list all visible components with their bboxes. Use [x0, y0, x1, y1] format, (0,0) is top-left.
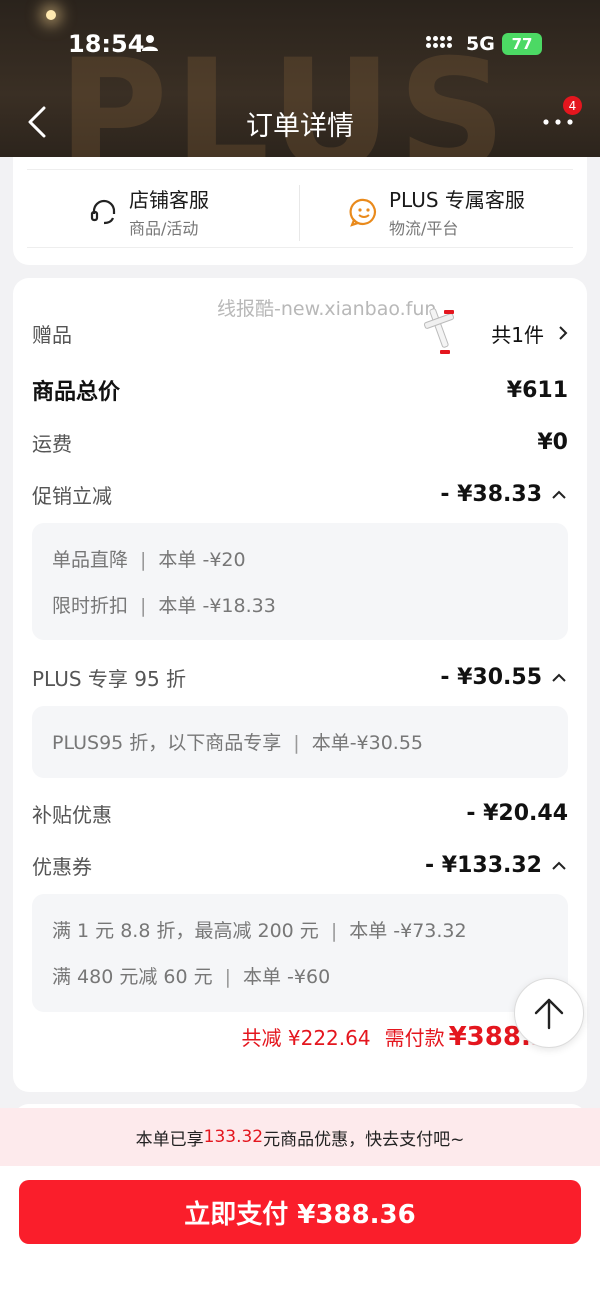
- pay-now-button[interactable]: 立即支付 ¥388.36: [19, 1180, 581, 1244]
- coupon-detail-name: 满 1 元 8.8 折，最高减 200 元: [52, 920, 319, 942]
- savings-prefix: 本单已享: [135, 1129, 204, 1150]
- promo-detail-amount: 本单 -¥18.33: [158, 595, 276, 617]
- amount-due-label: 需付款: [384, 1026, 445, 1050]
- plus-detail-box: PLUS95 折，以下商品专享 | 本单-¥30.55: [32, 706, 568, 778]
- divider: [27, 169, 573, 170]
- signal-icon: [426, 36, 452, 48]
- chevron-up-icon[interactable]: [550, 671, 568, 683]
- savings-suffix: 元商品优惠，快去支付吧~: [263, 1129, 465, 1150]
- store-service-subtitle: 商品/活动: [129, 219, 199, 238]
- gift-row[interactable]: 赠品 共1件: [32, 316, 568, 350]
- promo-detail-box: 单品直降 | 本单 -¥20 限时折扣 | 本单 -¥18.33: [32, 523, 568, 640]
- store-service-button[interactable]: 店铺客服 商品/活动: [89, 185, 209, 243]
- promo-detail-line: 限时折扣 | 本单 -¥18.33: [52, 595, 276, 617]
- gift-label: 赠品: [32, 322, 72, 347]
- subsidy-row: 补贴优惠 - ¥20.44: [32, 796, 568, 830]
- coupon-detail-amount: 本单 -¥73.32: [349, 920, 467, 942]
- plus-discount-value: - ¥30.55: [440, 664, 542, 690]
- coupon-detail-line: 满 1 元 8.8 折，最高减 200 元 | 本单 -¥73.32: [52, 920, 467, 942]
- promo-detail-name: 限时折扣: [52, 595, 129, 617]
- plus-service-subtitle: 物流/平台: [389, 219, 459, 238]
- savings-amount: 133.32: [203, 1127, 264, 1147]
- chevron-right-icon: [559, 326, 568, 340]
- sparkle-decoration: [46, 10, 56, 20]
- total-saved: 共减 ¥222.64: [241, 1026, 371, 1050]
- network-type: 5G: [466, 33, 495, 55]
- plus-detail-amount: 本单-¥30.55: [311, 732, 424, 754]
- arrow-up-icon: [534, 998, 564, 1030]
- bottom-action-bar: 立即支付 ¥388.36: [0, 1166, 600, 1303]
- gift-count: 共1件: [491, 322, 544, 347]
- coupon-row[interactable]: 优惠券 - ¥133.32: [32, 848, 568, 882]
- header: PLUS 18:54 5G 77 订单详情 4: [0, 0, 600, 157]
- divider: [299, 185, 300, 241]
- promo-row[interactable]: 促销立减 - ¥38.33: [32, 477, 568, 511]
- divider: [27, 247, 573, 248]
- store-service-title: 店铺客服: [129, 188, 209, 212]
- plus-discount-row[interactable]: PLUS 专享 95 折 - ¥30.55: [32, 660, 568, 694]
- coupon-label: 优惠券: [32, 854, 92, 879]
- shipping-row: 运费 ¥0: [32, 425, 568, 459]
- page-title: 订单详情: [246, 111, 354, 142]
- battery-icon: 77: [502, 33, 542, 55]
- subsidy-value: - ¥20.44: [466, 800, 568, 826]
- coupon-detail-line: 满 480 元减 60 元 | 本单 -¥60: [52, 966, 331, 988]
- status-time: 18:54: [68, 30, 145, 58]
- service-card: 店铺客服 商品/活动 PLUS 专属客服 物流/平台: [13, 157, 587, 265]
- promo-detail-line: 单品直降 | 本单 -¥20: [52, 549, 246, 571]
- subsidy-label: 补贴优惠: [32, 802, 112, 827]
- price-detail-card: 线报酷-new.xianbao.fun 赠品 共1件 商品总价 ¥611 运费 …: [13, 278, 587, 1092]
- total-price-row: 商品总价 ¥611: [32, 372, 568, 408]
- coupon-detail-name: 满 480 元减 60 元: [52, 966, 213, 988]
- chevron-up-icon[interactable]: [550, 859, 568, 871]
- gift-product-image: [423, 308, 455, 354]
- promo-label: 促销立减: [32, 483, 112, 508]
- total-price-label: 商品总价: [32, 380, 121, 405]
- plus-discount-label: PLUS 专享 95 折: [32, 666, 187, 691]
- coupon-detail-amount: 本单 -¥60: [243, 966, 331, 988]
- headset-icon: [90, 199, 116, 225]
- coupon-value: - ¥133.32: [425, 852, 542, 878]
- smile-chat-icon: [349, 198, 376, 227]
- battery-level: 77: [511, 35, 533, 53]
- person-icon: [142, 35, 158, 51]
- shipping-value: ¥0: [537, 429, 568, 455]
- shipping-label: 运费: [32, 431, 72, 456]
- savings-banner: 本单已享 133.32 元商品优惠，快去支付吧~: [0, 1108, 600, 1166]
- scroll-to-top-button[interactable]: [514, 978, 584, 1048]
- chevron-up-icon[interactable]: [550, 488, 568, 500]
- promo-value: - ¥38.33: [440, 481, 542, 507]
- promo-detail-name: 单品直降: [52, 549, 129, 571]
- coupon-detail-box: 满 1 元 8.8 折，最高减 200 元 | 本单 -¥73.32 满 480 元…: [32, 894, 568, 1012]
- notification-badge: 4: [563, 96, 582, 115]
- plus-detail-name: PLUS95 折，以下商品专享: [52, 732, 282, 754]
- promo-detail-amount: 本单 -¥20: [158, 549, 246, 571]
- total-price-value: ¥611: [506, 377, 568, 403]
- plus-detail-line: PLUS95 折，以下商品专享 | 本单-¥30.55: [52, 732, 424, 754]
- plus-service-title: PLUS 专属客服: [389, 188, 525, 212]
- plus-service-button[interactable]: PLUS 专属客服 物流/平台: [349, 185, 525, 243]
